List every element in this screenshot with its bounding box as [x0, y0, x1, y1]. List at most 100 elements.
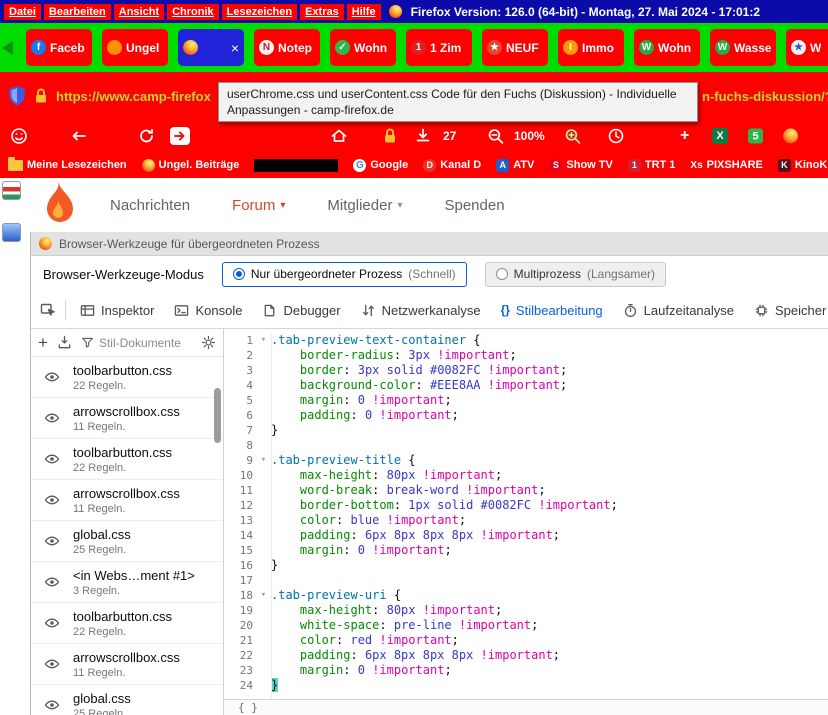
code-line[interactable]: 21 color: red !important;	[224, 633, 828, 648]
code-line[interactable]: 1▾.tab-preview-text-container {	[224, 333, 828, 348]
code-line[interactable]: 20 white-space: pre-line !important;	[224, 618, 828, 633]
visibility-eye-icon[interactable]	[44, 533, 60, 549]
fold-marker-icon[interactable]: ▾	[256, 588, 271, 603]
zoom-out-icon[interactable]	[487, 128, 504, 145]
bookmark-pixshare[interactable]: XsPIXSHARE	[690, 159, 762, 172]
back-button[interactable]	[70, 127, 88, 145]
devtools-tab-console[interactable]: Konsole	[164, 292, 252, 328]
firefox-icon[interactable]	[783, 129, 798, 144]
browser-tab[interactable]: fFaceb	[26, 29, 92, 66]
home-button[interactable]	[330, 127, 348, 145]
code-line[interactable]: 10 max-height: 80px !important;	[224, 468, 828, 483]
browser-tab[interactable]: NNotep	[254, 29, 320, 66]
stylesheet-item[interactable]: arrowscrollbox.css11 Regeln.	[31, 644, 223, 685]
site-nav-mitglieder[interactable]: Mitglieder▾	[327, 197, 402, 214]
code-line[interactable]: 2 border-radius: 3px !important;	[224, 348, 828, 363]
url-text[interactable]: https://www.camp-firefox	[56, 89, 211, 104]
code-line[interactable]: 18▾.tab-preview-uri {	[224, 588, 828, 603]
code-line[interactable]: 12 border-bottom: 1px solid #0082FC !imp…	[224, 498, 828, 513]
fold-marker-icon[interactable]: ▾	[256, 453, 271, 468]
stylesheet-item[interactable]: arrowscrollbox.css11 Regeln.	[31, 480, 223, 521]
code-line[interactable]: 19 max-height: 80px !important;	[224, 603, 828, 618]
site-nav-forum[interactable]: Forum▾	[232, 197, 285, 214]
devtools-tab-styleeditor[interactable]: {}Stilbearbeitung	[491, 292, 613, 328]
menu-ansicht[interactable]: Ansicht	[114, 4, 164, 20]
visibility-eye-icon[interactable]	[44, 656, 60, 672]
code-line[interactable]: 8	[224, 438, 828, 453]
settings-gear-icon[interactable]	[201, 335, 216, 350]
zoom-level[interactable]: 100%	[514, 129, 545, 143]
code-line[interactable]: 9▾.tab-preview-title {	[224, 453, 828, 468]
new-tab-button[interactable]: +	[680, 128, 689, 144]
bookmark-kinokiste[interactable]: KKinoKiste	[778, 159, 828, 172]
menu-hilfe[interactable]: Hilfe	[347, 4, 381, 20]
menu-lesezeichen[interactable]: Lesezeichen	[222, 4, 297, 20]
lock-icon[interactable]	[383, 128, 397, 144]
menu-datei[interactable]: Datei	[4, 4, 41, 20]
forward-button[interactable]	[170, 127, 190, 145]
code-line[interactable]: 13 color: blue !important;	[224, 513, 828, 528]
stylesheet-item[interactable]: toolbarbutton.css22 Regeln.	[31, 603, 223, 644]
mode-option-multiprocess[interactable]: Multiprozess (Langsamer)	[485, 262, 666, 287]
fold-marker-icon[interactable]: ▾	[256, 333, 271, 348]
extension-badge[interactable]: 5	[748, 129, 763, 144]
devtools-tab-memory[interactable]: Speicher	[744, 292, 828, 328]
zoom-in-icon[interactable]	[564, 128, 581, 145]
new-stylesheet-button[interactable]: +	[38, 334, 48, 351]
code-line[interactable]: 17	[224, 573, 828, 588]
stylesheet-item[interactable]: global.css25 Regeln.	[31, 521, 223, 562]
node-picker-icon[interactable]	[31, 302, 65, 318]
bookmark-google[interactable]: GGoogle	[353, 159, 408, 172]
code-line[interactable]: 5 margin: 0 !important;	[224, 393, 828, 408]
bookmark-meine-lesezeichen[interactable]: Meine Lesezeichen	[8, 159, 127, 171]
browser-tab[interactable]: ★W	[786, 29, 828, 66]
media-sidebar-toggle[interactable]: { }	[238, 701, 258, 714]
filter-stylesheets-input[interactable]: Stil-Dokumente	[81, 336, 181, 350]
visibility-eye-icon[interactable]	[44, 574, 60, 590]
tab-scroll-left-icon[interactable]	[2, 41, 13, 55]
devtools-titlebar[interactable]: Browser-Werkzeuge für übergeordneten Pro…	[31, 232, 828, 256]
reload-button[interactable]	[138, 127, 156, 145]
desktop-icon-1[interactable]	[2, 181, 21, 200]
smiley-icon[interactable]	[10, 127, 28, 145]
visibility-eye-icon[interactable]	[44, 615, 60, 631]
browser-tab[interactable]: Ungel	[102, 29, 168, 66]
bookmark-atv[interactable]: AATV	[496, 159, 534, 172]
site-nav-nachrichten[interactable]: Nachrichten	[110, 197, 190, 214]
browser-tab[interactable]: 11 Zim	[406, 29, 472, 66]
desktop-icon-2[interactable]	[2, 223, 21, 242]
history-clock-icon[interactable]	[607, 127, 625, 145]
devtools-tab-performance[interactable]: Laufzeitanalyse	[613, 292, 744, 328]
stylesheet-item[interactable]: arrowscrollbox.css11 Regeln.	[31, 398, 223, 439]
visibility-eye-icon[interactable]	[44, 410, 60, 426]
browser-tab-active[interactable]: ×	[178, 29, 244, 66]
visibility-eye-icon[interactable]	[44, 451, 60, 467]
devtools-tab-network[interactable]: Netzwerkanalyse	[351, 292, 491, 328]
stylesheet-item[interactable]: global.css25 Regeln.	[31, 685, 223, 715]
code-line[interactable]: 16}	[224, 558, 828, 573]
tracking-shield-icon[interactable]	[8, 86, 26, 106]
code-line[interactable]: 14 padding: 6px 8px 8px 8px !important;	[224, 528, 828, 543]
bookmark-ungel-beitr-ge[interactable]: Ungel. Beiträge	[142, 159, 240, 172]
bookmark-show-tv[interactable]: SShow TV	[549, 159, 612, 172]
menu-chronik[interactable]: Chronik	[167, 4, 219, 20]
site-logo-flame-icon[interactable]	[36, 180, 80, 235]
bookmark-trt-1[interactable]: 1TRT 1	[628, 159, 676, 172]
code-line[interactable]: 22 padding: 6px 8px 8px 8px !important;	[224, 648, 828, 663]
menu-extras[interactable]: Extras	[300, 4, 344, 20]
code-line[interactable]: 24}	[224, 678, 828, 693]
stylesheet-item[interactable]: toolbarbutton.css22 Regeln.	[31, 439, 223, 480]
visibility-eye-icon[interactable]	[44, 697, 60, 713]
browser-tab[interactable]: WWohn	[634, 29, 700, 66]
visibility-eye-icon[interactable]	[44, 369, 60, 385]
menu-bearbeiten[interactable]: Bearbeiten	[44, 4, 111, 20]
code-editor[interactable]: 1▾.tab-preview-text-container {2 border-…	[224, 329, 828, 715]
code-line[interactable]: 15 margin: 0 !important;	[224, 543, 828, 558]
code-line[interactable]: 7}	[224, 423, 828, 438]
browser-tab[interactable]: IImmo	[558, 29, 624, 66]
code-line[interactable]: 11 word-break: break-word !important;	[224, 483, 828, 498]
code-line[interactable]: 23 margin: 0 !important;	[224, 663, 828, 678]
mode-option-parent-process[interactable]: Nur übergeordneter Prozess (Schnell)	[222, 262, 467, 287]
bookmark-kanal-d[interactable]: DKanal D	[423, 159, 481, 172]
lock-icon[interactable]	[34, 88, 48, 104]
